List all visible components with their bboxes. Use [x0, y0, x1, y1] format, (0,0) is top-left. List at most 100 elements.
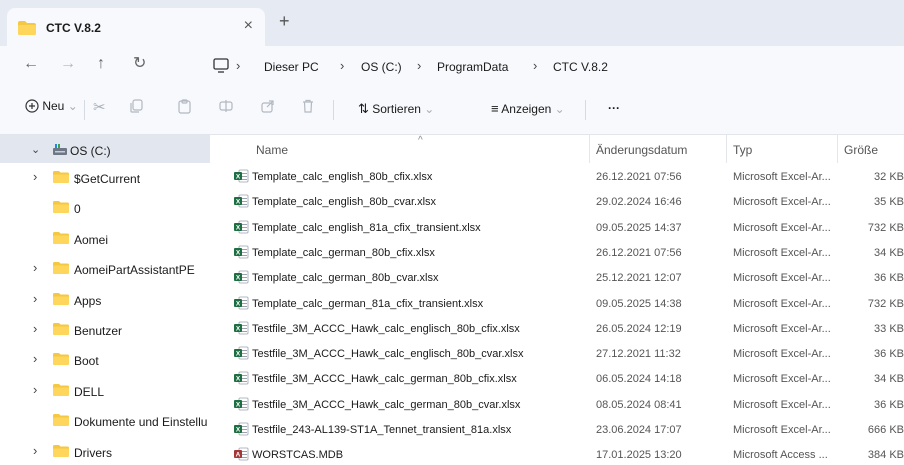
- file-name: Template_calc_english_80b_cfix.xlsx: [252, 171, 433, 183]
- file-row[interactable]: X Testfile_3M_ACCC_Hawk_calc_german_80b_c…: [212, 392, 904, 417]
- drive-icon: [52, 143, 68, 159]
- svg-text:X: X: [236, 376, 241, 383]
- up-button[interactable]: ↑: [97, 56, 105, 72]
- chevron-right-icon[interactable]: ›: [33, 351, 37, 366]
- file-row[interactable]: X Template_calc_english_80b_cvar.xlsx 29.0…: [212, 189, 904, 214]
- navigation-bar: ← → ↑ ↻ › Dieser PC › OS (C:) › ProgramD…: [0, 46, 904, 86]
- view-button[interactable]: ≡ Anzeigen ⌄: [491, 101, 565, 116]
- access-icon: A: [234, 447, 249, 464]
- chevron-right-icon[interactable]: ›: [33, 382, 37, 397]
- tree-item-folder[interactable]: › $GetCurrent: [0, 163, 210, 191]
- file-size: 36 KB: [874, 348, 904, 361]
- file-type: Microsoft Excel-Ar...: [733, 171, 831, 183]
- file-row[interactable]: X Template_calc_english_81a_cfix_transien…: [212, 215, 904, 240]
- excel-icon: X: [234, 296, 249, 313]
- file-date: 26.05.2024 12:19: [596, 322, 682, 335]
- file-type: Microsoft Excel-Ar...: [733, 398, 831, 411]
- paste-icon[interactable]: [178, 99, 191, 117]
- svg-text:X: X: [236, 174, 241, 181]
- tree-item-folder[interactable]: 0: [0, 193, 210, 221]
- file-row[interactable]: X Testfile_3M_ACCC_Hawk_calc_german_80b_c…: [212, 366, 904, 391]
- chevron-right-icon[interactable]: ›: [33, 291, 37, 306]
- chevron-right-icon[interactable]: ›: [33, 321, 37, 336]
- file-row[interactable]: X Template_calc_german_80b_cvar.xlsx 25.12…: [212, 265, 904, 290]
- view-icon: ≡: [491, 101, 499, 116]
- forward-button[interactable]: →: [60, 56, 76, 72]
- file-row[interactable]: X Testfile_3M_ACCC_Hawk_calc_englisch_80b…: [212, 341, 904, 366]
- breadcrumb-programdata[interactable]: ProgramData: [437, 60, 508, 74]
- sort-button[interactable]: ⇅ Sortieren ⌄: [358, 101, 434, 117]
- cut-icon[interactable]: ✂: [93, 98, 106, 116]
- chevron-down-icon[interactable]: ⌄: [31, 143, 40, 156]
- column-header-type[interactable]: Typ: [733, 143, 752, 157]
- refresh-button[interactable]: ↻: [133, 56, 146, 72]
- file-size: 666 KB: [867, 424, 904, 436]
- share-icon[interactable]: [261, 99, 275, 116]
- chevron-right-icon[interactable]: ›: [33, 260, 37, 275]
- toolbar-divider: [585, 100, 586, 120]
- tree-item-folder[interactable]: › Apps: [0, 285, 210, 313]
- excel-icon: X: [234, 371, 249, 388]
- chevron-right-icon[interactable]: ›: [33, 443, 37, 458]
- excel-icon: X: [234, 397, 249, 414]
- svg-text:X: X: [236, 300, 241, 307]
- navigation-pane: ⌄ OS (C:) › $GetCurrent 0 Aomei › AomeiPartAs…: [0, 135, 210, 465]
- breadcrumb-os-c[interactable]: OS (C:): [361, 60, 402, 74]
- back-button[interactable]: ←: [23, 56, 39, 72]
- column-divider[interactable]: [726, 135, 727, 163]
- file-type: Microsoft Excel-Ar...: [733, 348, 831, 361]
- tree-item-folder[interactable]: › DELL: [0, 376, 210, 404]
- folder-icon: [53, 262, 69, 277]
- delete-icon[interactable]: [302, 99, 314, 116]
- chevron-down-icon: ⌄: [554, 102, 565, 116]
- tab-strip: CTC V.8.2 × +: [0, 0, 904, 46]
- file-size: 32 KB: [874, 171, 904, 183]
- column-header-date[interactable]: Änderungsdatum: [596, 143, 687, 157]
- file-date: 26.12.2021 07:56: [596, 171, 682, 183]
- new-button[interactable]: Neu ⌄: [25, 99, 78, 113]
- tree-item-label: Apps: [74, 293, 102, 308]
- column-divider[interactable]: [837, 135, 838, 163]
- file-row[interactable]: X Template_calc_german_81a_cfix_transient…: [212, 291, 904, 316]
- tree-item-label: Boot: [74, 354, 99, 369]
- file-name: Template_calc_english_80b_cvar.xlsx: [252, 196, 437, 209]
- tree-item-folder[interactable]: › Boot: [0, 345, 210, 373]
- file-row[interactable]: X Testfile_243-AL139-ST1A_Tennet_transien…: [212, 417, 904, 442]
- tree-item-folder[interactable]: Aomei: [0, 224, 210, 252]
- tree-item-label: Aomei: [74, 232, 109, 247]
- tree-item-folder[interactable]: › Benutzer: [0, 315, 210, 343]
- column-divider[interactable]: [589, 135, 590, 163]
- file-type: Microsoft Excel-Ar...: [733, 196, 831, 209]
- tree-item-label: AomeiPartAssistantPE: [74, 263, 195, 278]
- excel-icon: X: [234, 220, 249, 237]
- file-date: 27.12.2021 11:32: [596, 348, 681, 361]
- breadcrumb-dieser-pc[interactable]: Dieser PC: [264, 60, 319, 74]
- column-header-name[interactable]: Name: [256, 143, 288, 157]
- chevron-right-icon[interactable]: ›: [33, 169, 37, 184]
- file-type: Microsoft Access ...: [733, 449, 828, 462]
- tree-item-folder[interactable]: › AomeiPartAssistantPE: [0, 254, 210, 282]
- tab-ctc[interactable]: CTC V.8.2 ×: [7, 8, 265, 46]
- tree-item-folder[interactable]: › Drivers: [0, 437, 210, 465]
- column-header-size[interactable]: Größe: [844, 143, 878, 157]
- file-row[interactable]: X Template_calc_english_80b_cfix.xlsx 26.1…: [212, 164, 904, 189]
- copy-icon[interactable]: [130, 99, 143, 116]
- file-type: Microsoft Excel-Ar...: [733, 246, 831, 259]
- tree-item-label: Drivers: [74, 445, 112, 460]
- tree-item-folder[interactable]: Dokumente und Einstellu: [0, 406, 210, 434]
- file-row[interactable]: X Template_calc_german_80b_cfix.xlsx 26.12…: [212, 240, 904, 265]
- toolbar-divider: [333, 100, 334, 120]
- address-bar[interactable]: › Dieser PC › OS (C:) › ProgramData › CT…: [203, 52, 904, 80]
- close-icon[interactable]: ×: [244, 17, 253, 35]
- rename-icon[interactable]: [219, 99, 233, 116]
- tree-item-os-c[interactable]: ⌄ OS (C:): [0, 135, 210, 163]
- file-row[interactable]: A WORSTCAS.MDB 17.01.2025 13:20 Microsoft A…: [212, 442, 904, 465]
- file-type: Microsoft Excel-Ar...: [733, 272, 831, 285]
- file-row[interactable]: X Testfile_3M_ACCC_Hawk_calc_englisch_80b…: [212, 316, 904, 341]
- new-tab-button[interactable]: +: [279, 12, 290, 30]
- excel-icon: X: [234, 321, 249, 338]
- svg-text:X: X: [236, 249, 241, 256]
- breadcrumb-ctc[interactable]: CTC V.8.2: [553, 60, 608, 74]
- more-options-button[interactable]: ···: [608, 101, 620, 115]
- svg-text:X: X: [236, 427, 241, 434]
